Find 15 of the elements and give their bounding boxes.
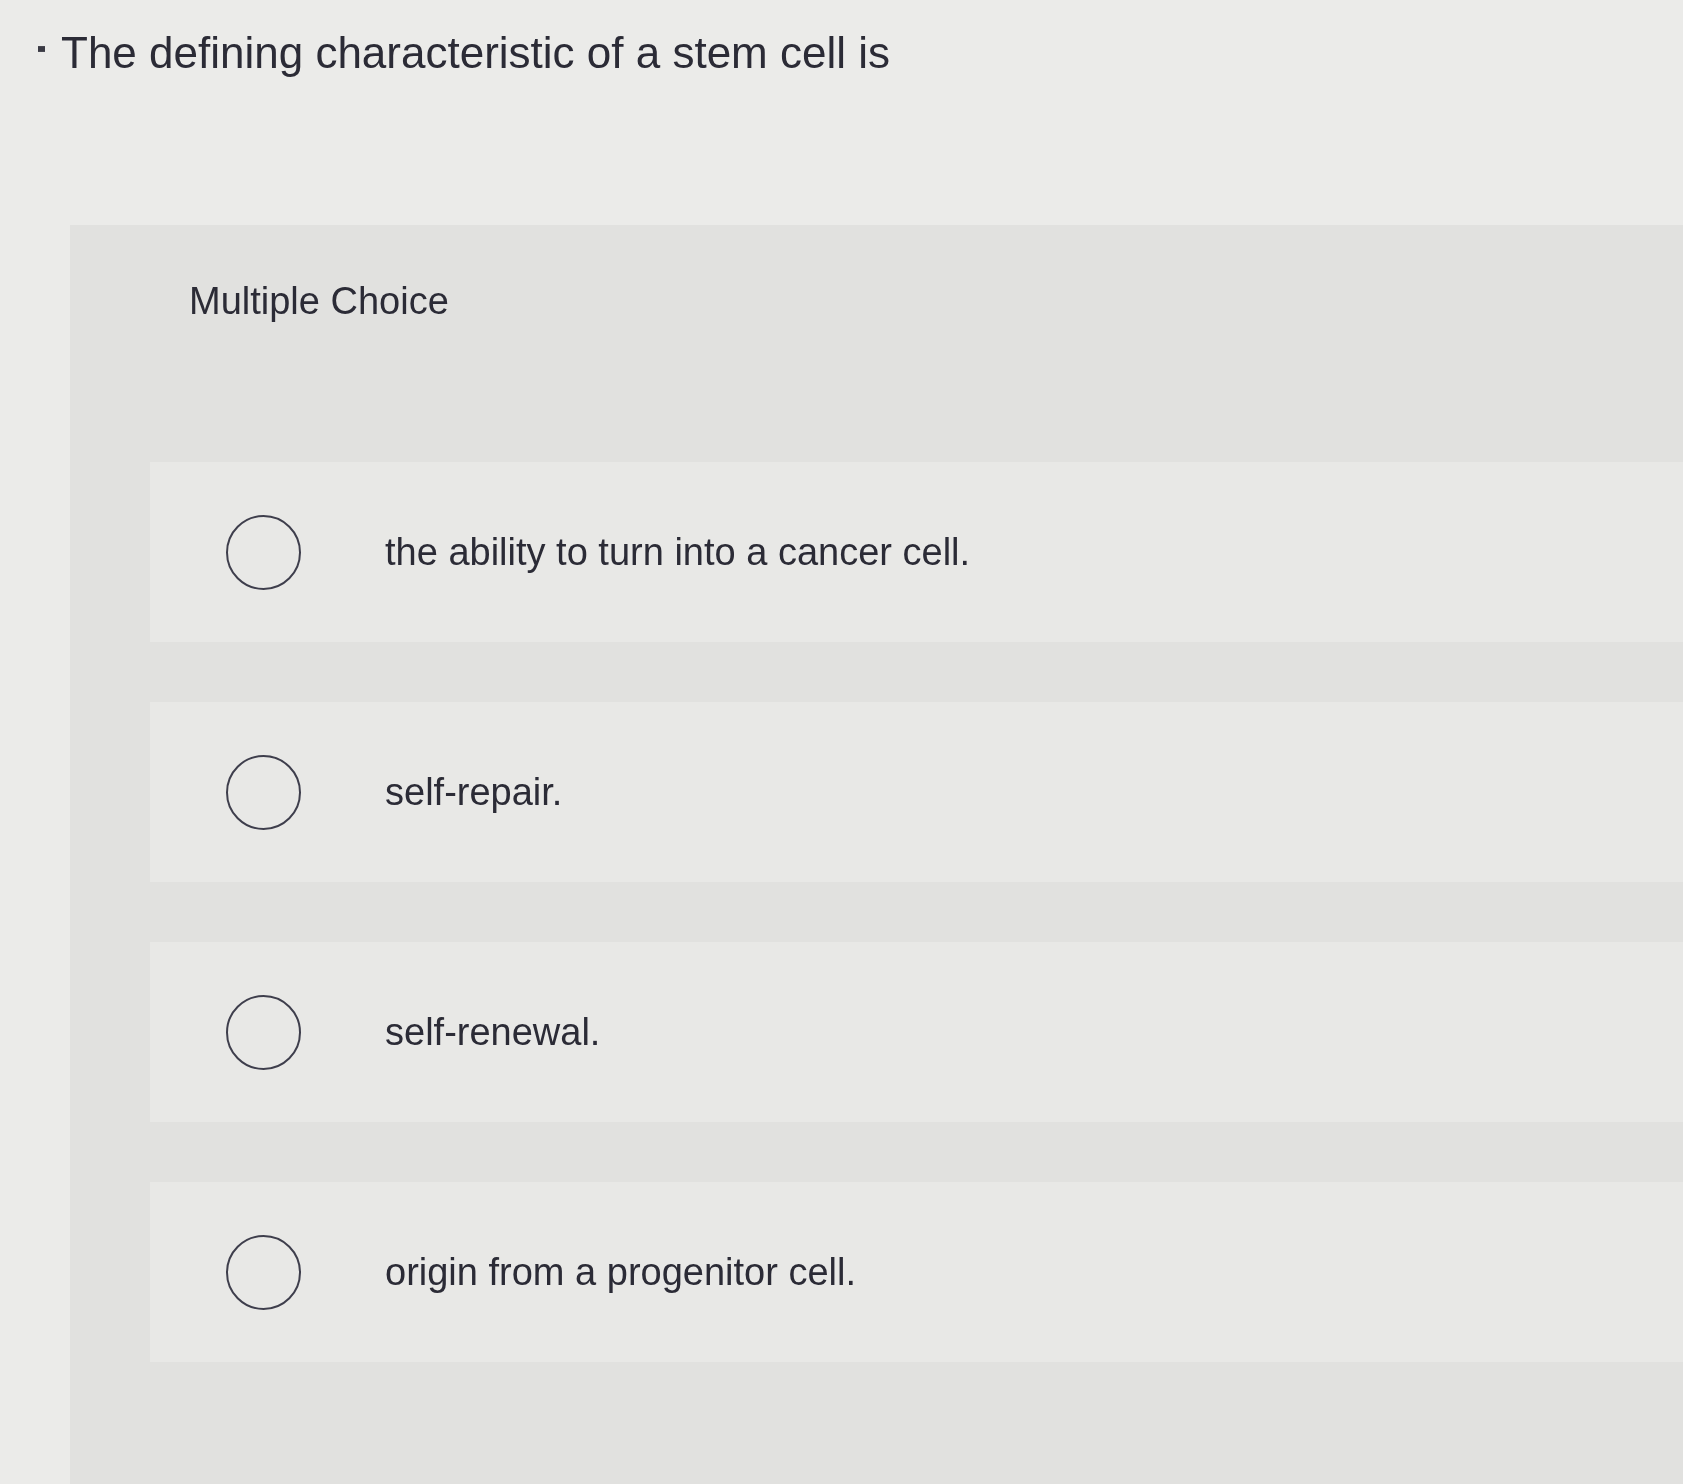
option-card[interactable]: self-repair. <box>150 702 1683 882</box>
option-label: self-repair. <box>385 770 563 815</box>
option-label: self-renewal. <box>385 1010 601 1055</box>
radio-button[interactable] <box>226 1234 301 1310</box>
question-text: The defining characteristic of a stem cell is <box>61 27 891 79</box>
marker-icon <box>38 46 45 52</box>
radio-button[interactable] <box>226 754 301 830</box>
option-card[interactable]: self-renewal. <box>150 942 1683 1122</box>
option-card[interactable]: the ability to turn into a cancer cell. <box>150 462 1683 642</box>
option-label: the ability to turn into a cancer cell. <box>385 530 971 575</box>
option-card[interactable]: origin from a progenitor cell. <box>150 1182 1683 1362</box>
question-type-label: Multiple Choice <box>188 279 450 324</box>
option-label: origin from a progenitor cell. <box>385 1250 856 1295</box>
radio-button[interactable] <box>226 994 301 1070</box>
radio-button[interactable] <box>226 514 301 590</box>
